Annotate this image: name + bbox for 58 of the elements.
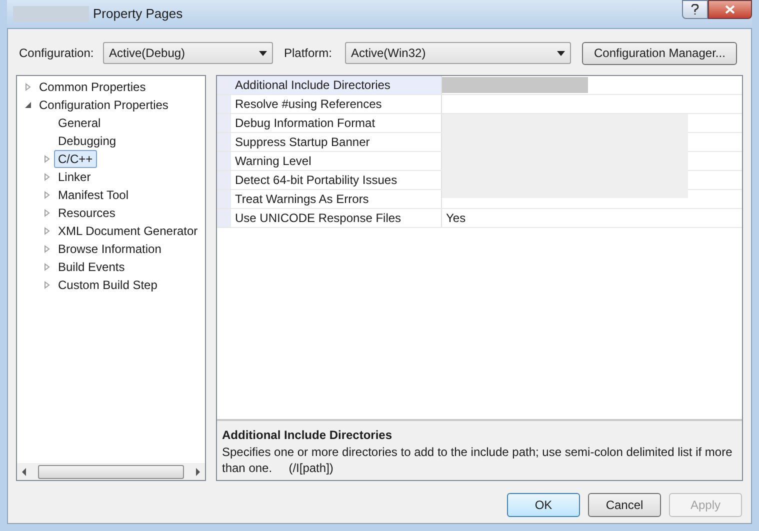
property-name[interactable]: Suppress Startup Banner	[231, 133, 442, 151]
collapsed-arrow-icon[interactable]	[43, 245, 51, 253]
row-gutter	[217, 190, 231, 208]
tree-item[interactable]: Browse Information	[54, 240, 166, 258]
expanded-arrow-icon[interactable]	[24, 101, 32, 109]
scroll-left-icon[interactable]	[20, 468, 28, 476]
configuration-label: Configuration:	[19, 45, 95, 62]
property-name[interactable]: Treat Warnings As Errors	[231, 190, 442, 208]
property-name[interactable]: Additional Include Directories	[231, 76, 442, 94]
dialog-button[interactable]: OK	[507, 493, 580, 517]
close-button[interactable]	[708, 0, 752, 19]
collapsed-arrow-icon[interactable]	[43, 209, 51, 217]
tree-item[interactable]: C/C++	[54, 150, 97, 168]
dropdown-arrow-icon	[557, 50, 565, 56]
row-gutter	[217, 209, 231, 227]
collapsed-arrow-icon[interactable]	[24, 83, 32, 91]
property-name[interactable]: Warning Level	[231, 152, 442, 170]
question-mark-icon	[691, 4, 699, 15]
scroll-right-icon[interactable]	[194, 468, 202, 476]
tree-item[interactable]: Linker	[54, 168, 95, 186]
collapsed-arrow-icon[interactable]	[43, 263, 51, 271]
dropdown[interactable]: Active(Debug)	[103, 42, 273, 64]
dialog-button[interactable]: Cancel	[588, 493, 661, 517]
collapsed-arrow-icon[interactable]	[43, 281, 51, 289]
tree-item[interactable]: XML Document Generator	[54, 222, 202, 240]
tree-item[interactable]: Resources	[54, 204, 120, 222]
collapsed-arrow-icon[interactable]	[43, 155, 51, 163]
row-gutter	[217, 76, 231, 94]
tree-item[interactable]: General	[54, 114, 105, 132]
close-icon	[725, 5, 735, 14]
collapsed-arrow-icon[interactable]	[43, 173, 51, 181]
tree-item[interactable]: Common Properties	[35, 78, 150, 96]
collapsed-arrow-icon[interactable]	[43, 227, 51, 235]
tree-item[interactable]: Build Events	[54, 258, 129, 276]
description-text: Specifies one or more directories to add to the include path; use semi-colon delimited list if more than one. (/I[path])	[222, 444, 734, 476]
row-gutter	[217, 133, 231, 151]
configuration-manager-button[interactable]: Configuration Manager...	[582, 42, 738, 64]
property-value[interactable]: Yes	[446, 209, 466, 227]
property-name[interactable]: Use UNICODE Response Files	[231, 209, 442, 227]
collapsed-arrow-icon[interactable]	[43, 191, 51, 199]
row-gutter	[217, 152, 231, 170]
row-gutter	[217, 114, 231, 132]
dropdown-arrow-icon	[259, 50, 267, 56]
tree-item[interactable]: Custom Build Step	[54, 276, 162, 294]
property-name[interactable]: Detect 64-bit Portability Issues	[231, 171, 442, 189]
scroll-thumb[interactable]	[38, 464, 184, 478]
tree-item[interactable]: Configuration Properties	[35, 96, 172, 114]
dropdown[interactable]: Active(Win32)	[345, 42, 571, 64]
tree-item[interactable]: Manifest Tool	[54, 186, 132, 204]
tree-item[interactable]: Debugging	[54, 132, 120, 150]
window-title: Property Pages	[93, 5, 183, 24]
help-button[interactable]	[682, 0, 708, 19]
row-gutter	[217, 95, 231, 113]
horizontal-scrollbar[interactable]	[17, 463, 205, 480]
property-name[interactable]: Resolve #using References	[231, 95, 442, 113]
description-title: Additional Include Directories	[222, 427, 394, 444]
row-gutter	[217, 171, 231, 189]
platform-label: Platform:	[284, 45, 334, 62]
